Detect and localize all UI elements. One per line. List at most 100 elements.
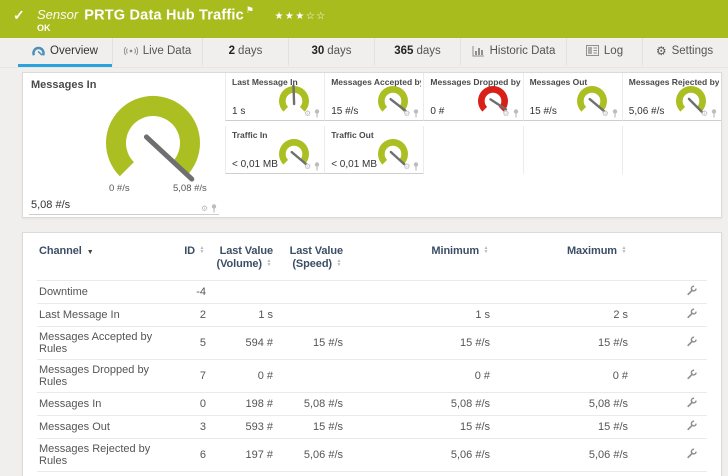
settings-gear-icon: ⚙ [656, 45, 667, 57]
cell-last-value-speed [275, 281, 345, 304]
cell-last-value-volume [208, 281, 275, 304]
gauge-value: 5,06 #/s [629, 106, 665, 117]
tab-2-days[interactable]: 2days [202, 38, 288, 67]
channel-settings-icon[interactable] [686, 397, 697, 411]
priority-stars[interactable]: ★★★☆☆ [274, 11, 326, 22]
tab-overview[interactable]: Overview [18, 38, 112, 67]
gauge-action-icons[interactable]: ⚙ [304, 109, 320, 118]
tab-number: 30 [311, 45, 324, 57]
tab-365-days[interactable]: 365days [374, 38, 460, 67]
cell-last-value-volume: 197 # [208, 439, 275, 472]
channel-settings-icon[interactable] [686, 336, 697, 350]
gear-icon[interactable]: ⚙ [304, 110, 311, 118]
gear-icon[interactable]: ⚙ [201, 205, 208, 213]
gear-icon[interactable]: ⚙ [602, 110, 609, 118]
column-header-id[interactable]: ID [167, 237, 208, 281]
column-header-last-value-volume[interactable]: Last Value (Volume) [208, 237, 275, 281]
cell-id: 6 [167, 439, 208, 472]
gauge-action-icons[interactable]: ⚙ [201, 204, 217, 213]
column-header-last-value-speed[interactable]: Last Value (Speed) [275, 237, 345, 281]
channel-settings-icon[interactable] [686, 448, 697, 462]
cell-minimum: 5,08 #/s [345, 393, 492, 416]
tab-number: 365 [394, 45, 413, 57]
gear-icon[interactable]: ⚙ [304, 163, 311, 171]
pin-icon[interactable] [211, 204, 217, 213]
cell-last-value-volume: 593 # [208, 416, 275, 439]
cell-actions [630, 439, 707, 472]
divider [29, 214, 219, 215]
pin-icon[interactable] [711, 109, 717, 118]
column-header-minimum[interactable]: Minimum [345, 237, 492, 281]
gauge-value: 1 s [232, 106, 245, 117]
cell-maximum: 15 #/s [492, 327, 630, 360]
tab-label: Overview [50, 45, 98, 57]
gauge-action-icons[interactable]: ⚙ [304, 162, 320, 171]
gauge-cell-messages-in: Messages In 0 #/s 5,08 #/s 5,08 #/s ⚙ [23, 73, 225, 217]
cell-actions [630, 416, 707, 439]
cell-minimum [345, 281, 492, 304]
live-data-icon [124, 45, 138, 57]
tab-label: days [416, 45, 440, 57]
pin-icon[interactable] [314, 109, 320, 118]
mini-gauge-grid: Last Message In1 s⚙Messages Accepted by … [225, 73, 721, 217]
cell-channel: Messages Accepted by Rules [37, 327, 167, 360]
channel-settings-icon[interactable] [686, 308, 697, 322]
gauge-value: 15 #/s [331, 106, 358, 117]
cell-last-value-speed [275, 304, 345, 327]
gear-icon[interactable]: ⚙ [502, 110, 509, 118]
pin-icon[interactable] [413, 162, 419, 171]
overview-gauge-icon [32, 45, 45, 57]
cell-minimum: 15 #/s [345, 416, 492, 439]
pin-icon[interactable] [612, 109, 618, 118]
tab-30-days[interactable]: 30days [288, 38, 374, 67]
cell-minimum: < 0,01 MB [345, 472, 492, 476]
sort-icon [482, 246, 490, 254]
empty-cell [423, 126, 522, 174]
empty-cell [622, 126, 721, 174]
sort-icon [620, 246, 628, 254]
gauge-action-icons[interactable]: ⚙ [602, 109, 618, 118]
channel-settings-icon[interactable] [686, 420, 697, 434]
flag-icon[interactable]: ⚑ [246, 5, 254, 15]
channel-settings-icon[interactable] [686, 285, 697, 299]
cell-actions [630, 472, 707, 476]
gear-icon[interactable]: ⚙ [403, 163, 410, 171]
tab-label: Settings [672, 45, 714, 57]
tab-live-data[interactable]: Live Data [112, 38, 202, 67]
gauge-value: < 0,01 MB [331, 159, 377, 170]
gear-icon[interactable]: ⚙ [403, 110, 410, 118]
status-badge: OK [37, 23, 51, 33]
column-header-channel[interactable]: Channel [37, 237, 167, 281]
gauge-action-icons[interactable]: ⚙ [403, 162, 419, 171]
gauge-value: 15 #/s [530, 106, 557, 117]
cell-id: 7 [167, 360, 208, 393]
tab-label: Live Data [143, 45, 192, 57]
sensor-header: ✓ SensorPRTG Data Hub Traffic⚑ ★★★☆☆ OK [0, 0, 728, 38]
pin-icon[interactable] [314, 162, 320, 171]
cell-last-value-speed: 5,06 #/s [275, 439, 345, 472]
table-row: Messages Out3593 #15 #/s15 #/s15 #/s [37, 416, 707, 439]
cell-channel: Messages In [37, 393, 167, 416]
wrench-icon [686, 420, 697, 431]
table-row: Messages In0198 #5,08 #/s5,08 #/s5,08 #/… [37, 393, 707, 416]
tab-log[interactable]: Log [566, 38, 642, 67]
gauge-max-label: 5,08 #/s [173, 183, 207, 194]
channel-settings-icon[interactable] [686, 369, 697, 383]
pin-icon[interactable] [413, 109, 419, 118]
stars-empty: ☆☆ [306, 11, 327, 22]
gauge-action-icons[interactable]: ⚙ [502, 109, 518, 118]
cell-last-value-speed [275, 360, 345, 393]
log-icon [586, 45, 599, 56]
cell-channel: Traffic In [37, 472, 167, 476]
gear-icon[interactable]: ⚙ [701, 110, 708, 118]
gauge-action-icons[interactable]: ⚙ [701, 109, 717, 118]
pin-icon[interactable] [513, 109, 519, 118]
gauge-cell-traffic-out: Traffic Out< 0,01 MB⚙ [324, 126, 423, 174]
channel-table: Channel ID Last Value (Volume) Last Valu… [37, 237, 707, 476]
column-header-maximum[interactable]: Maximum [492, 237, 630, 281]
tab-settings[interactable]: ⚙ Settings [642, 38, 726, 67]
page-title: PRTG Data Hub Traffic [84, 7, 244, 23]
tab-label: Log [604, 45, 623, 57]
gauge-action-icons[interactable]: ⚙ [403, 109, 419, 118]
tab-historic-data[interactable]: Historic Data [460, 38, 566, 67]
